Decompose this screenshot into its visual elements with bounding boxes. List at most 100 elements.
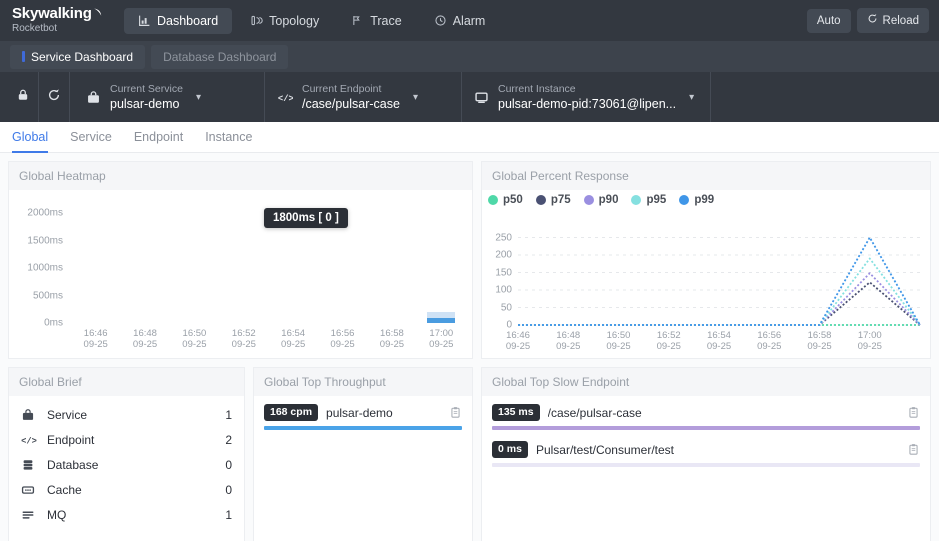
current-instance-value: pulsar-demo-pid:73061@lipen... [498,96,676,112]
current-instance-selector[interactable]: Current Instance pulsar-demo-pid:73061@l… [462,72,710,122]
svg-text:</>: </> [21,436,37,446]
chart-icon [138,14,151,27]
tab-service[interactable]: Service [70,122,112,153]
app-logo: Skywalking Rocketbot [12,6,112,35]
current-service-value: pulsar-demo [110,96,183,112]
clipboard-icon[interactable] [907,443,920,456]
divider [69,72,70,122]
global-top-throughput-body: 168 cpmpulsar-demo [254,396,472,541]
nav-tab-alarm[interactable]: Alarm [420,8,500,34]
main-nav-tabs: Dashboard Topology Trace Alarm [124,8,499,34]
heatmap-cell[interactable] [427,312,455,318]
heatmap-x-tick: 16:4809-25 [133,328,157,350]
percent-x-tick: 16:4609-25 [506,330,530,352]
global-percent-response-title: Global Percent Response [482,162,930,190]
logo-title-text: Skywalking [12,5,92,22]
service-icon [21,408,47,422]
trace-icon [351,14,364,27]
reload-button[interactable]: Reload [857,8,929,33]
instance-icon [474,90,489,105]
logo-subtitle: Rocketbot [12,22,112,35]
status-badge: 135 ms [492,404,540,421]
dashboard-tab-service[interactable]: Service Dashboard [10,45,145,69]
percent-x-tick: 16:5009-25 [606,330,630,352]
brief-value: 1 [225,408,232,422]
list-item[interactable]: 168 cpmpulsar-demo [264,404,462,430]
logo-title: Skywalking [12,6,112,21]
percent-x-tick: 16:5609-25 [757,330,781,352]
current-endpoint-value: /case/pulsar-case [302,96,400,112]
auto-refresh-label: Auto [817,14,841,28]
brief-row: Database0 [21,452,232,477]
heatmap-chart[interactable]: 0ms500ms1000ms1500ms2000ms16:4609-2516:4… [9,190,472,358]
global-heatmap-body[interactable]: 0ms500ms1000ms1500ms2000ms16:4609-2516:4… [9,190,472,358]
current-endpoint-selector[interactable]: </> Current Endpoint /case/pulsar-case ▾ [265,72,461,122]
nav-tab-dashboard[interactable]: Dashboard [124,8,232,34]
top-navigation-bar: Skywalking Rocketbot Dashboard Topology … [0,0,939,41]
global-top-slow-endpoint-title: Global Top Slow Endpoint [482,368,930,396]
bottom-panel-row: Global Brief Service1</>Endpoint2Databas… [8,367,931,541]
brief-value: 0 [225,458,232,472]
heatmap-y-tick: 2000ms [27,208,63,219]
nav-tab-topology[interactable]: Topology [236,8,333,34]
tab-endpoint[interactable]: Endpoint [134,122,183,153]
brief-row: MQ1 [21,502,232,527]
sub-tabs: Global Service Endpoint Instance [0,122,939,153]
brief-value: 1 [225,508,232,522]
moon-icon [93,7,102,16]
mq-icon [21,508,47,522]
global-top-slow-endpoint-body: 135 ms/case/pulsar-case 0 msPulsar/test/C… [482,396,930,541]
brief-row: Cache0 [21,477,232,502]
auto-refresh-button[interactable]: Auto [807,9,851,33]
percent-response-chart[interactable]: 05010015020025016:4609-2516:4809-2516:50… [482,190,930,358]
list-item-label: pulsar-demo [326,406,441,420]
tab-global[interactable]: Global [12,122,48,153]
list-item-line: 135 ms/case/pulsar-case [492,404,920,421]
dashboard-tabs-row: Service Dashboard Database Dashboard [0,41,939,72]
chevron-down-icon: ▾ [413,92,418,103]
list-item[interactable]: 135 ms/case/pulsar-case [492,404,920,430]
heatmap-y-tick: 500ms [33,290,63,301]
percent-x-tick: 16:5809-25 [807,330,831,352]
clipboard-icon[interactable] [907,406,920,419]
dashboard-tab-service-label: Service Dashboard [31,50,133,64]
list-item[interactable]: 0 msPulsar/test/Consumer/test [492,441,920,467]
current-service-selector[interactable]: Current Service pulsar-demo ▾ [74,72,264,122]
current-service-text: Current Service pulsar-demo [110,83,183,112]
tab-instance[interactable]: Instance [205,122,252,153]
selector-bar: Current Service pulsar-demo ▾ </> Curren… [0,72,939,122]
lock-button[interactable] [8,72,38,122]
top-slow-endpoint-list: 135 ms/case/pulsar-case 0 msPulsar/test/C… [482,396,930,467]
brief-label: Database [47,458,225,472]
current-endpoint-text: Current Endpoint /case/pulsar-case [302,83,400,112]
nav-tab-trace[interactable]: Trace [337,8,416,34]
current-instance-text: Current Instance pulsar-demo-pid:73061@l… [498,83,676,112]
heatmap-x-tick: 16:5809-25 [380,328,404,350]
list-item-line: 168 cpmpulsar-demo [264,404,462,421]
global-percent-response-body[interactable]: p50p75p90p95p99 05010015020025016:4609-2… [482,190,930,358]
nav-tab-topology-label: Topology [269,14,319,28]
cache-icon [21,483,47,497]
heatmap-x-tick: 16:5409-25 [281,328,305,350]
service-icon [86,90,101,105]
nav-tab-dashboard-label: Dashboard [157,14,218,28]
global-brief-panel: Global Brief Service1</>Endpoint2Databas… [8,367,245,541]
tab-service-label: Service [70,130,112,144]
heatmap-cell[interactable] [427,318,455,324]
selector-action-icons [0,72,74,122]
heatmap-y-tick: 1000ms [27,263,63,274]
endpoint-icon: </> [21,433,47,447]
database-icon [21,458,47,472]
brief-value: 2 [225,433,232,447]
heatmap-tooltip: 1800ms [ 0 ] [264,208,348,228]
dashboard-tab-database[interactable]: Database Dashboard [151,45,288,69]
reload-label: Reload [883,14,919,28]
heatmap-x-tick: 16:5209-25 [232,328,256,350]
global-heatmap-title: Global Heatmap [9,162,472,190]
status-badge: 0 ms [492,441,528,458]
selector-reload-button[interactable] [39,72,69,122]
clipboard-icon[interactable] [449,406,462,419]
brief-label: Endpoint [47,433,225,447]
list-item-bar [264,426,462,430]
tab-instance-label: Instance [205,130,252,144]
